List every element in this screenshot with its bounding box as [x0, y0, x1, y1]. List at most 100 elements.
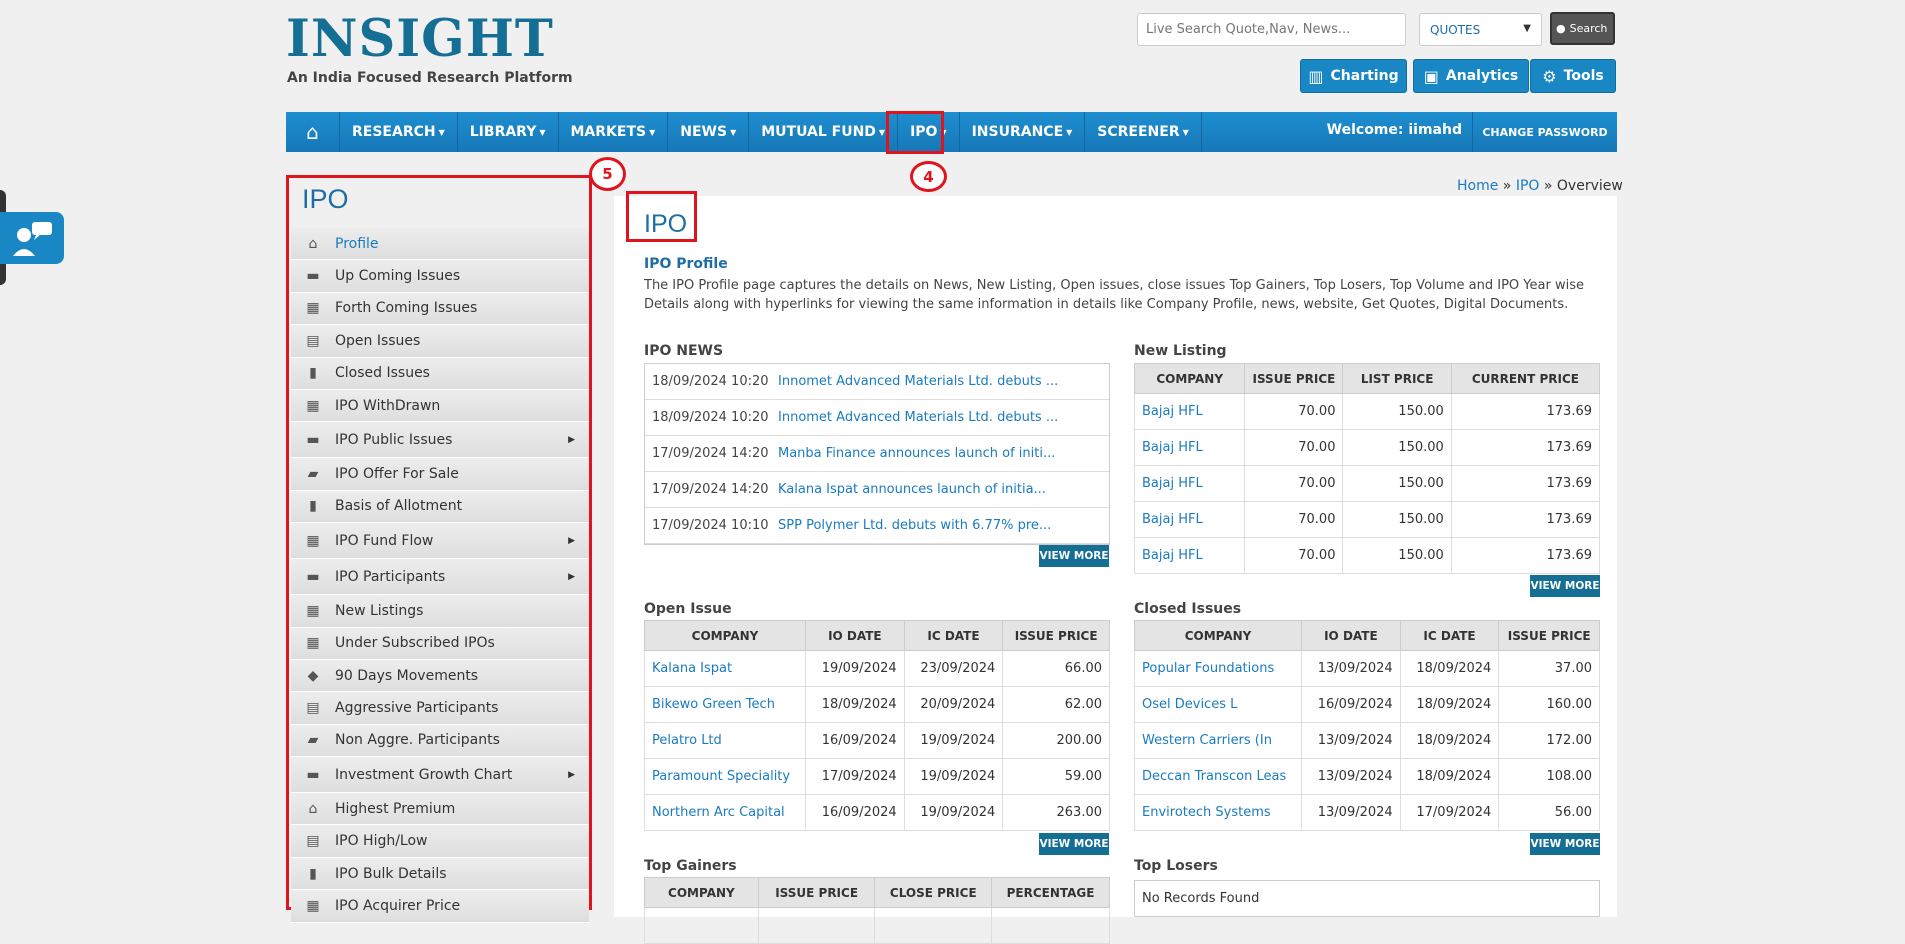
- search-type-value: QUOTES: [1430, 23, 1481, 37]
- sidebar-item-under-subscribed-ipos[interactable]: ▦ Under Subscribed IPOs: [291, 627, 589, 660]
- sidebar-item-label: Non Aggre. Participants: [335, 732, 500, 749]
- column-header[interactable]: ISSUE PRICE: [757, 877, 876, 908]
- table-row: Kalana Ispat 19/09/2024 23/09/2024 66.00: [643, 650, 1110, 687]
- open-issue-view-more-button[interactable]: VIEW MORE: [1039, 833, 1109, 855]
- column-header[interactable]: ISSUE PRICE: [1002, 620, 1110, 651]
- search-button[interactable]: ● Search: [1550, 12, 1615, 45]
- sidebar-item-non-aggre-participants[interactable]: ▰ Non Aggre. Participants: [291, 724, 589, 758]
- home-icon: ⌂: [308, 800, 318, 817]
- nav-library[interactable]: LIBRARY ▼: [458, 112, 559, 152]
- logo[interactable]: INSIGHT: [286, 12, 554, 66]
- company-link[interactable]: Kalana Ispat: [652, 661, 732, 676]
- home-icon[interactable]: ⌂: [286, 112, 340, 152]
- company-link[interactable]: Bikewo Green Tech: [652, 697, 775, 712]
- search-type-select[interactable]: QUOTES ▼: [1419, 13, 1542, 46]
- table-row: Deccan Transcon Leas 13/09/2024 18/09/2024…: [1133, 758, 1600, 795]
- sidebar-item-profile[interactable]: ⌂ Profile: [291, 228, 589, 261]
- column-header[interactable]: IO DATE: [1301, 620, 1401, 651]
- company-link[interactable]: Popular Foundations: [1142, 661, 1274, 676]
- sidebar-item-up-coming-issues[interactable]: ▬ Up Coming Issues: [291, 260, 589, 293]
- column-header[interactable]: COMPANY: [1133, 620, 1303, 651]
- sidebar-item-ipo-bulk-details[interactable]: ▮ IPO Bulk Details: [291, 857, 589, 891]
- table-row: Western Carriers (In 13/09/2024 18/09/2024…: [1133, 722, 1600, 759]
- column-header[interactable]: IC DATE: [903, 620, 1004, 651]
- closed-issues-view-more-button[interactable]: VIEW MORE: [1530, 833, 1600, 855]
- company-link[interactable]: Western Carriers (In: [1142, 733, 1272, 748]
- analytics-button[interactable]: ▣ Analytics: [1413, 59, 1529, 93]
- table-cell: 20/09/2024: [903, 686, 1004, 723]
- table-row: Osel Devices L 16/09/2024 18/09/2024 160.00: [1133, 686, 1600, 723]
- company-link[interactable]: Bajaj HFL: [1142, 404, 1203, 419]
- news-link[interactable]: Innomet Advanced Materials Ltd. debuts .…: [778, 410, 1058, 425]
- charting-button[interactable]: ▥ Charting: [1300, 59, 1407, 93]
- table-cell: 172.00: [1498, 722, 1600, 759]
- column-header[interactable]: LIST PRICE: [1342, 363, 1452, 394]
- sidebar-item-closed-issues[interactable]: ▮ Closed Issues: [291, 357, 589, 390]
- company-link[interactable]: Northern Arc Capital: [652, 805, 785, 820]
- news-link[interactable]: Manba Finance announces launch of initi.…: [778, 446, 1055, 461]
- nav-insurance[interactable]: INSURANCE ▼: [960, 112, 1086, 152]
- bar-chart-icon: ▮: [309, 498, 317, 515]
- column-header[interactable]: IO DATE: [805, 620, 905, 651]
- nav-research[interactable]: RESEARCH ▼: [340, 112, 458, 152]
- sidebar-item-new-listings[interactable]: ▦ New Listings: [291, 595, 589, 628]
- sidebar-item-highest-premium[interactable]: ⌂ Highest Premium: [291, 793, 589, 826]
- column-header[interactable]: COMPANY: [644, 877, 759, 908]
- sidebar-item-ipo-withdrawn[interactable]: ▦ IPO WithDrawn: [291, 389, 589, 423]
- column-header[interactable]: ISSUE PRICE: [1498, 620, 1600, 651]
- sidebar-item-ipo-high-low[interactable]: ▤ IPO High/Low: [291, 825, 589, 858]
- sidebar-item-investment-growth-chart[interactable]: ▬ Investment Growth Chart ▶: [291, 757, 589, 794]
- column-header[interactable]: IC DATE: [1399, 620, 1500, 651]
- nav-label: SCREENER: [1097, 124, 1180, 140]
- company-cell: Popular Foundations: [1133, 650, 1303, 687]
- column-header[interactable]: CLOSE PRICE: [874, 877, 993, 908]
- sidebar-item-ipo-participants[interactable]: ▬ IPO Participants ▶: [291, 559, 589, 596]
- sidebar-item-label: Closed Issues: [335, 365, 430, 382]
- company-link[interactable]: Deccan Transcon Leas: [1142, 769, 1286, 784]
- table-cell: 150.00: [1342, 501, 1452, 538]
- column-header[interactable]: CURRENT PRICE: [1450, 363, 1601, 394]
- company-link[interactable]: Paramount Speciality: [652, 769, 790, 784]
- news-view-more-button[interactable]: VIEW MORE: [1039, 545, 1109, 567]
- sidebar-item-90-days-movements[interactable]: ◆ 90 Days Movements: [291, 659, 589, 693]
- new-listing-view-more-button[interactable]: VIEW MORE: [1530, 575, 1600, 597]
- sidebar-item-basis-of-allotment[interactable]: ▮ Basis of Allotment: [291, 490, 589, 524]
- sidebar-item-forth-coming-issues[interactable]: ▦ Forth Coming Issues: [291, 292, 589, 326]
- table-cell: 18/09/2024: [1399, 758, 1500, 795]
- sidebar-item-ipo-acquirer-price[interactable]: ▦ IPO Acquirer Price: [291, 890, 589, 923]
- company-link[interactable]: Bajaj HFL: [1142, 548, 1203, 563]
- company-link[interactable]: Pelatro Ltd: [652, 733, 722, 748]
- news-link[interactable]: SPP Polymer Ltd. debuts with 6.77% pre..…: [778, 518, 1051, 533]
- news-link[interactable]: Kalana Ispat announces launch of initia.…: [778, 482, 1046, 497]
- change-password-link[interactable]: CHANGE PASSWORD: [1472, 112, 1617, 152]
- sidebar-item-aggressive-participants[interactable]: ▤ Aggressive Participants: [291, 692, 589, 725]
- search-input[interactable]: [1137, 13, 1406, 46]
- nav-markets[interactable]: MARKETS ▼: [559, 112, 669, 152]
- sidebar-item-ipo-offer-for-sale[interactable]: ▰ IPO Offer For Sale: [291, 458, 589, 491]
- breadcrumb-home[interactable]: Home: [1457, 178, 1498, 194]
- chat-support-button[interactable]: [0, 212, 64, 264]
- column-header[interactable]: COMPANY: [1133, 363, 1246, 394]
- news-link[interactable]: Innomet Advanced Materials Ltd. debuts .…: [778, 374, 1058, 389]
- column-header[interactable]: PERCENTAGE: [991, 877, 1110, 908]
- sidebar-item-open-issues[interactable]: ▤ Open Issues: [291, 325, 589, 358]
- column-header[interactable]: COMPANY: [643, 620, 807, 651]
- company-link[interactable]: Bajaj HFL: [1142, 476, 1203, 491]
- nav-screener[interactable]: SCREENER ▼: [1085, 112, 1202, 152]
- breadcrumb-ipo[interactable]: IPO: [1516, 178, 1540, 194]
- company-link[interactable]: Osel Devices L: [1142, 697, 1237, 712]
- table-cell: 173.69: [1450, 501, 1601, 538]
- sidebar-item-ipo-fund-flow[interactable]: ▦ IPO Fund Flow ▶: [291, 523, 589, 560]
- submenu-arrow-icon: ▶: [568, 434, 575, 445]
- nav-news[interactable]: NEWS ▼: [668, 112, 750, 152]
- nav-label: MUTUAL FUND: [761, 124, 876, 140]
- column-header[interactable]: ISSUE PRICE: [1244, 363, 1344, 394]
- company-link[interactable]: Envirotech Systems: [1142, 805, 1271, 820]
- tools-button[interactable]: ⚙ Tools: [1530, 59, 1616, 93]
- company-link[interactable]: Bajaj HFL: [1142, 512, 1203, 527]
- caret-down-icon: ▼: [539, 127, 546, 137]
- sidebar-item-ipo-public-issues[interactable]: ▬ IPO Public Issues ▶: [291, 422, 589, 459]
- table-cell: 108.00: [1498, 758, 1600, 795]
- nav-mutual-fund[interactable]: MUTUAL FUND ▼: [749, 112, 899, 152]
- company-link[interactable]: Bajaj HFL: [1142, 440, 1203, 455]
